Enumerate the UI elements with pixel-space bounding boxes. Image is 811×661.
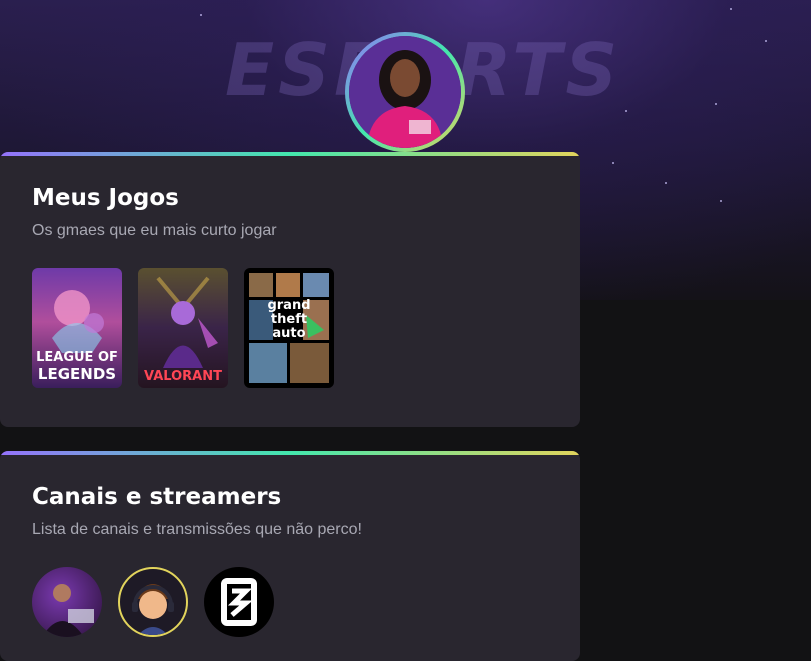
games-title: Meus Jogos xyxy=(32,185,179,211)
game-caption: VALORANT xyxy=(144,369,222,384)
games-subtitle: Os gmaes que eu mais curto jogar xyxy=(32,222,277,239)
game-caption: LEGENDS xyxy=(37,365,117,383)
profile-avatar[interactable] xyxy=(345,32,465,152)
game-gta-v[interactable]: grand theft auto xyxy=(244,268,334,388)
games-card: Meus Jogos Os gmaes que eu mais curto jo… xyxy=(0,152,580,427)
channel-avatar-3[interactable] xyxy=(204,567,274,637)
game-caption: theft xyxy=(270,312,308,327)
game-valorant[interactable]: VALORANT xyxy=(138,268,228,388)
channel-avatar-2[interactable] xyxy=(118,567,188,637)
game-league-of-legends[interactable]: LEAGUE OF LEGENDS xyxy=(32,268,122,388)
channels-subtitle: Lista de canais e transmissões que não p… xyxy=(32,521,362,538)
profile-photo xyxy=(349,36,461,148)
channels-title: Canais e streamers xyxy=(32,484,282,510)
channel-avatar-1[interactable] xyxy=(32,567,102,637)
game-caption: LEAGUE OF xyxy=(36,350,118,365)
channels-card: Canais e streamers Lista de canais e tra… xyxy=(0,451,580,661)
game-caption: grand xyxy=(267,298,311,313)
game-caption: auto xyxy=(272,326,306,341)
